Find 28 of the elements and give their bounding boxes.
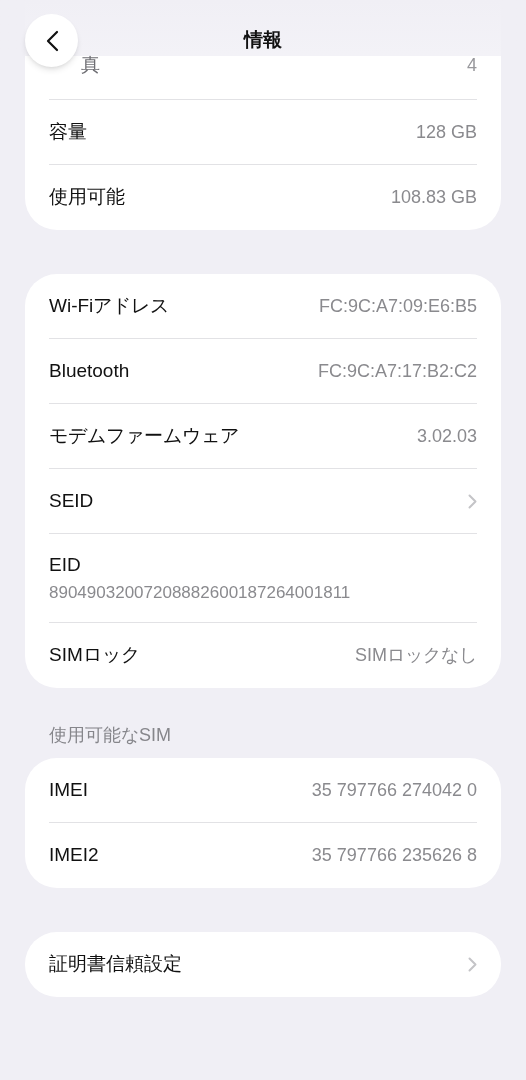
row-value: 108.83 GB — [390, 186, 477, 209]
chevron-icon — [468, 957, 477, 972]
row-value: 89049032007208882600187264001811 — [49, 581, 352, 604]
row-label: Wi-Fiアドレス — [49, 293, 170, 318]
row-value: FC:9C:A7:17:B2:C2 — [317, 359, 477, 383]
row-value: FC:9C:A7:09:E6:B5 — [318, 294, 477, 318]
row-label: 使用可能 — [49, 185, 125, 210]
row-label: SIMロック — [49, 643, 140, 668]
settings-row[interactable]: SEID — [49, 469, 477, 534]
row-label: 容量 — [49, 119, 87, 144]
row-label: IMEI2 — [49, 843, 99, 868]
row-label: 真 — [80, 52, 100, 77]
row-label: モデムファームウェア — [49, 423, 239, 448]
section-title: 使用可能なSIM — [48, 724, 172, 747]
row-label: IMEI — [49, 777, 89, 802]
chevron-icon — [468, 493, 477, 509]
row-label: Bluetooth — [49, 358, 130, 383]
row-value: 35 797766 274042 0 — [311, 778, 477, 802]
row-value: SIMロックなし — [355, 644, 477, 667]
row-value: 35 797766 235626 8 — [311, 844, 477, 867]
row-value: 3.02.03 — [416, 424, 477, 448]
row-value: 4 — [467, 54, 477, 77]
row-value: 128 GB — [415, 120, 477, 144]
page-title: 情報 — [244, 28, 282, 52]
settings-row[interactable]: 証明書信頼設定 — [49, 932, 477, 997]
row-label: EID — [49, 553, 82, 577]
back-icon — [44, 29, 59, 52]
back-button[interactable] — [25, 14, 78, 67]
